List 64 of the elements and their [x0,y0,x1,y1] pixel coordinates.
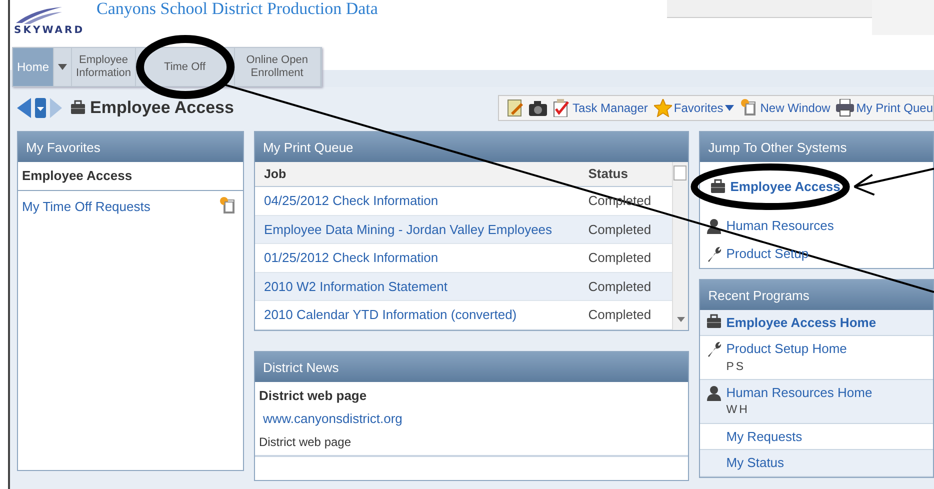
news-description: District web page [258,434,352,450]
toolbar-button[interactable]: New Window [740,99,830,117]
notepad-icon [506,99,523,117]
status-cell-text: Completed [588,220,652,239]
scroll-down-arrow-icon [677,316,686,322]
system-link[interactable]: Product Setup [726,244,809,264]
person-icon [706,218,722,234]
print-job-link[interactable]: 2010 Calendar YTD Information (converted) [264,307,517,322]
status-cell-text: Completed [588,306,652,324]
print-job-link[interactable]: 2010 W2 Information Statement [264,278,448,294]
news-link[interactable]: www.canyonsdistrict.org [262,411,402,426]
toolbar-button[interactable]: Favorites [654,99,734,117]
camera-icon [528,100,547,116]
panel-header: My Favorites [18,132,243,162]
person-icon [706,384,722,400]
page-title: Employee Access [90,97,234,120]
nav-tab[interactable]: Employee Information [72,48,136,86]
print-job-link[interactable]: 01/25/2012 Check Information [264,250,438,265]
wrench-icon [706,340,722,357]
favorite-link[interactable]: My Time Off Requests [22,196,150,216]
program-link[interactable]: Product Setup Home [726,339,847,358]
star-icon [654,99,672,117]
news-heading: District web page [258,386,368,405]
back-arrow-icon [17,98,31,118]
checklist-icon [552,99,571,117]
wrench-icon [706,246,722,262]
new-window-icon [218,197,235,216]
system-link[interactable]: Human Resources [726,216,834,236]
briefcase-icon [706,314,722,330]
panel-header: District News [254,352,688,382]
program-code: PS [726,360,747,374]
column-header: Status [588,165,629,184]
panel-header: Jump To Other Systems [700,132,933,162]
caret-icon [58,64,68,70]
panel-header: Recent Programs [700,280,933,310]
camera-button[interactable] [528,100,547,116]
printer-icon [836,99,854,117]
history-dropdown-button[interactable] [35,96,46,120]
column-header: Job [264,166,288,183]
forward-arrow-icon [50,98,62,118]
status-cell-text: Completed [588,278,652,296]
program-link[interactable]: My Requests [726,426,802,446]
briefcase-icon [710,178,726,195]
toolbar-button[interactable]: My Print Queu [836,99,933,117]
nav-tab[interactable]: Online Open Enrollment [234,48,321,86]
favorites-section-title: Employee Access [18,162,243,190]
logo-swoosh-icon [14,4,64,25]
program-link[interactable]: My Status [726,453,784,472]
dropdown-icon [35,98,46,118]
new-window-icon [740,99,758,117]
panel-header: My Print Queue [254,132,688,162]
notepad-button[interactable] [506,99,523,117]
toolbar-button[interactable]: Task Manager [552,99,648,117]
scrollbar[interactable] [672,162,688,330]
status-cell-text: Completed [588,249,652,267]
briefcase-icon [70,100,86,116]
back-button[interactable] [17,96,31,120]
print-job-link[interactable]: Employee Data Mining - Jordan Valley Employees [264,222,552,236]
header-panel [872,0,934,35]
logo-text: SKYWARD [14,24,85,36]
program-link[interactable]: Human Resources Home [726,382,872,402]
program-code: WH [726,403,750,418]
page-header-title: Canyons School District Production Data [96,0,378,18]
print-job-link[interactable]: 04/25/2012 Check Information [264,193,438,208]
